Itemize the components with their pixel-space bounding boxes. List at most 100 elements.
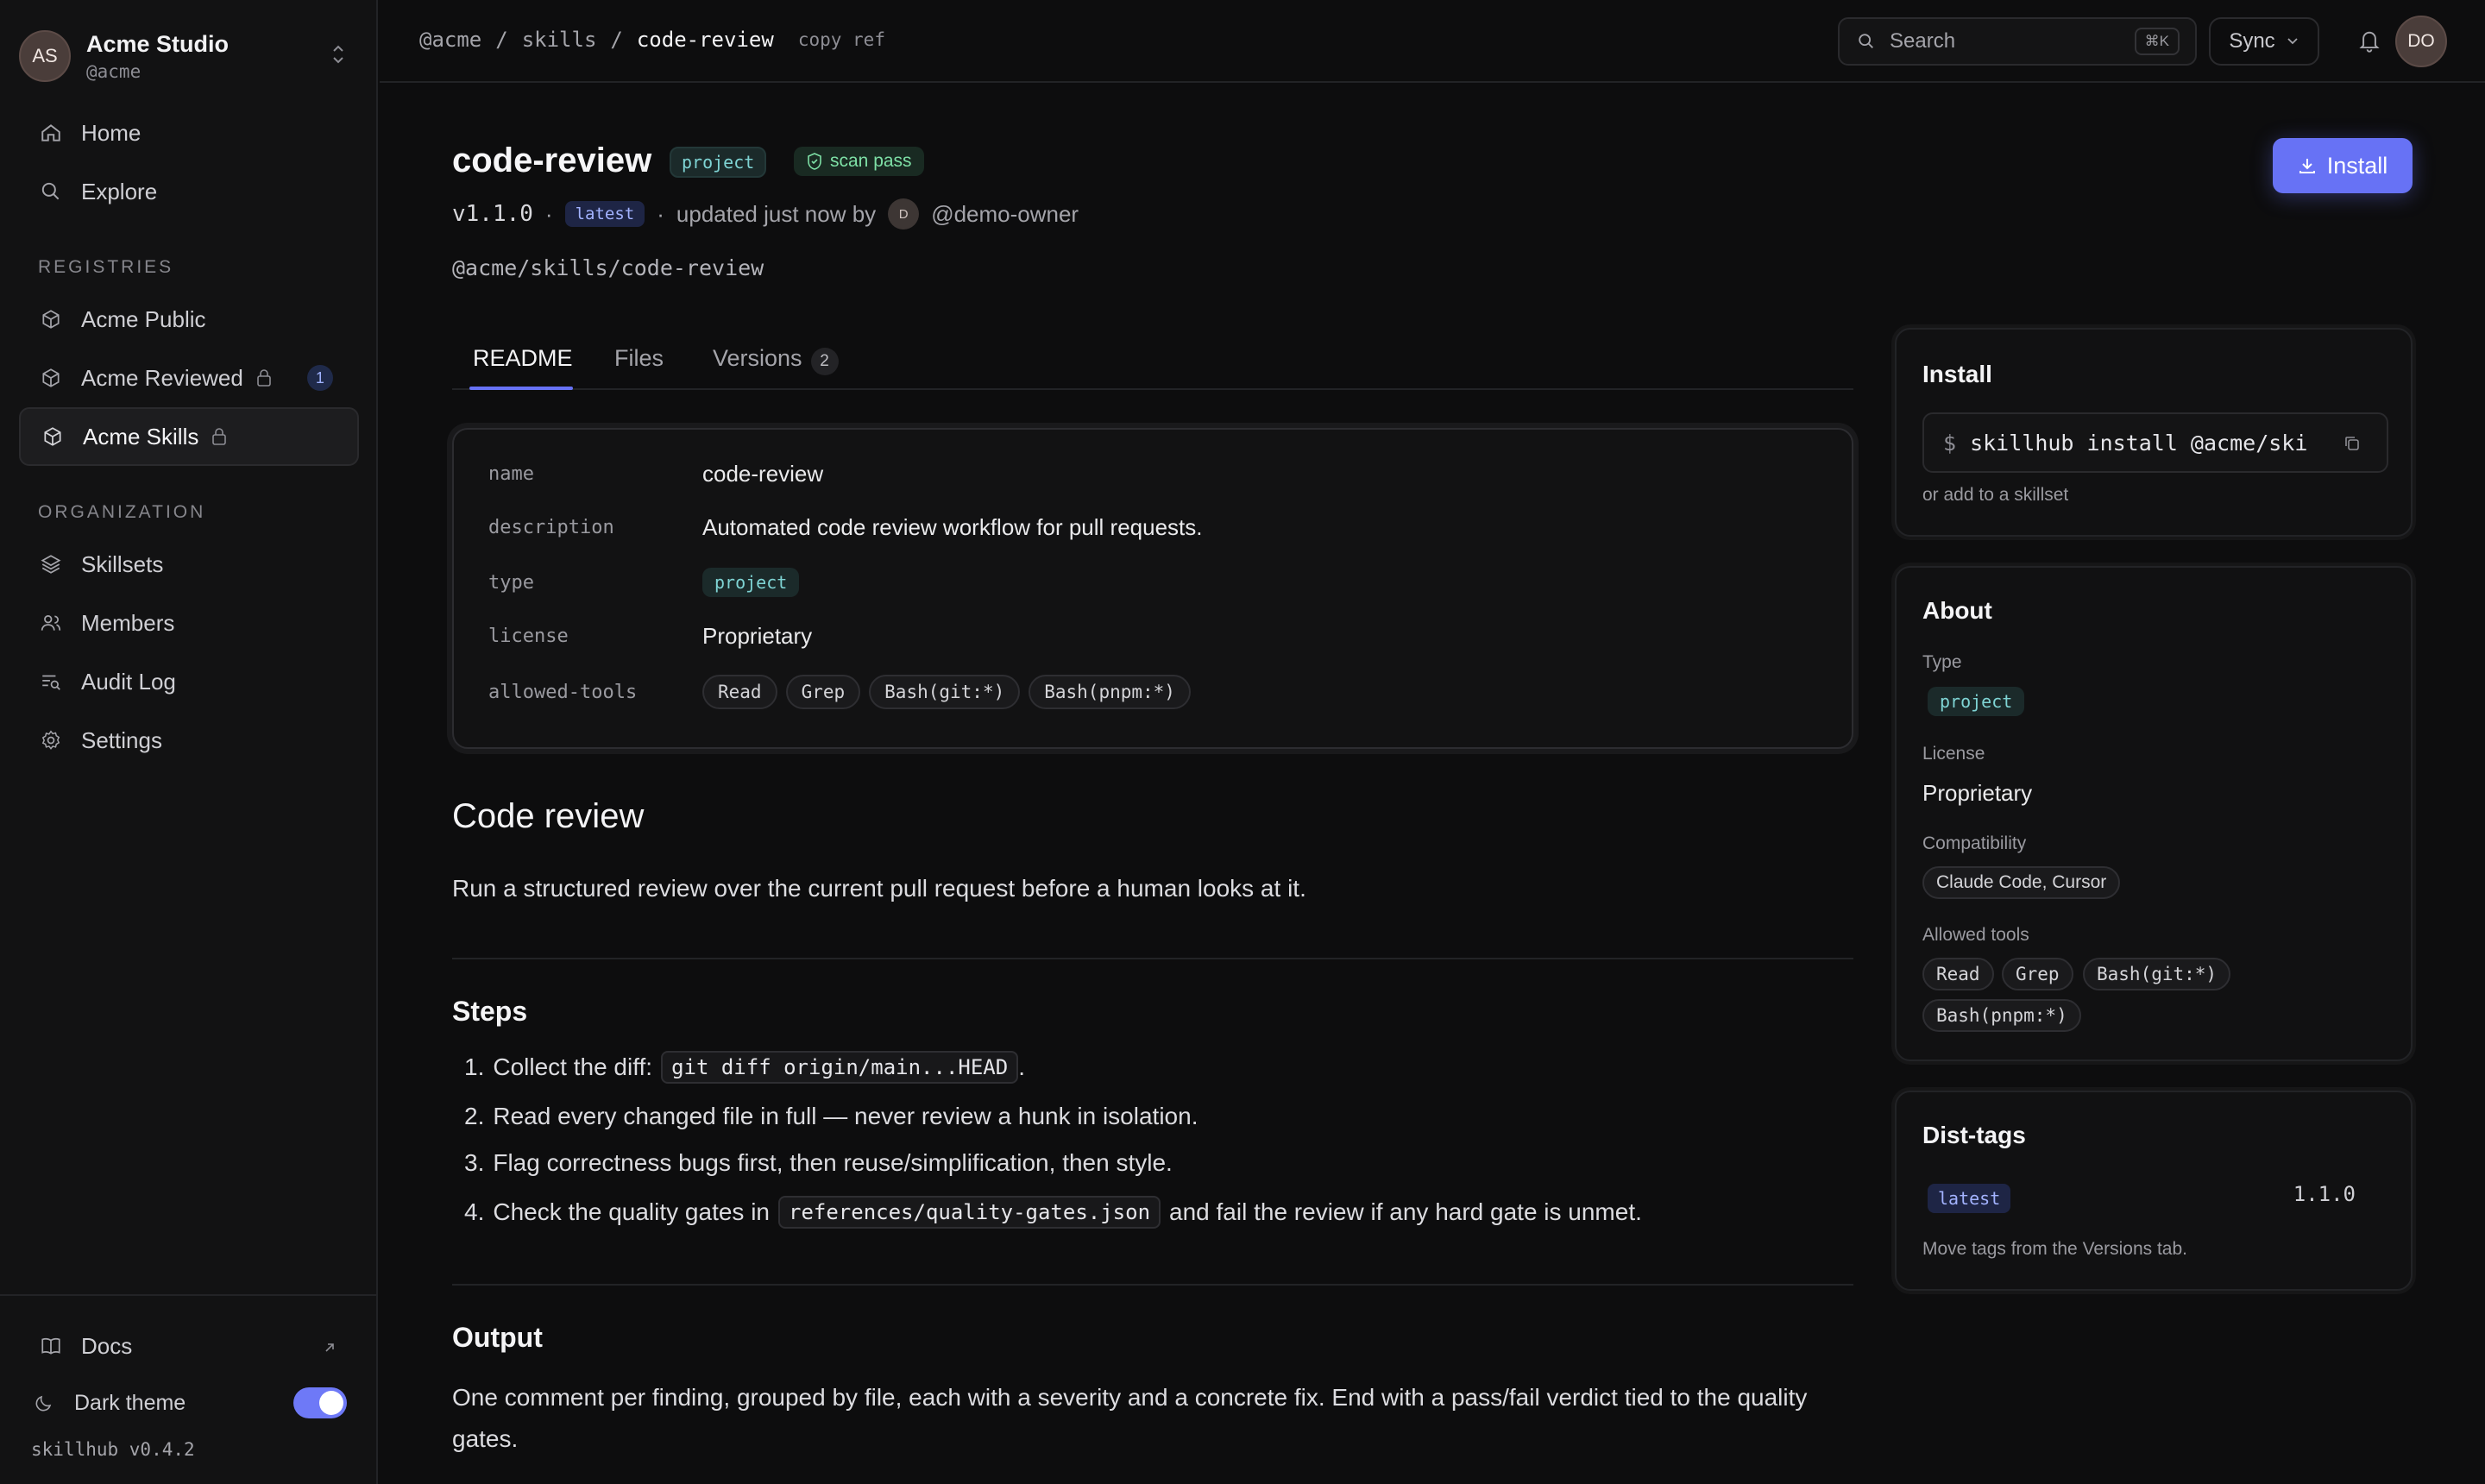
moon-icon	[31, 1390, 57, 1416]
about-type-badge: project	[1928, 687, 2025, 716]
sidebar-item-acme-public[interactable]: Acme Public	[19, 290, 359, 349]
fm-row-allowed-tools: allowed-tools Read Grep Bash(git:*) Bash…	[488, 675, 1199, 709]
sidebar-item-acme-skills[interactable]: Acme Skills	[19, 407, 359, 466]
tab-readme[interactable]: README	[473, 345, 573, 372]
fm-value: Proprietary	[702, 623, 813, 649]
about-compat-label: Compatibility	[1922, 833, 2027, 853]
dist-tags-hint: Move tags from the Versions tab.	[1922, 1239, 2187, 1259]
search-icon	[38, 179, 64, 204]
readme-heading: Code review	[452, 797, 645, 835]
about-tools-label: Allowed tools	[1922, 925, 2029, 945]
cube-icon	[38, 365, 64, 391]
step-number: 2.	[464, 1103, 485, 1129]
inline-code: references/quality-gates.json	[778, 1196, 1161, 1229]
package-ref: @acme/skills/code-review	[452, 255, 764, 280]
sidebar-item-label: Acme Reviewed	[81, 364, 243, 391]
dark-theme-toggle[interactable]	[293, 1387, 347, 1418]
output-heading: Output	[452, 1322, 543, 1353]
copy-icon[interactable]	[2342, 433, 2362, 459]
fm-row-license: license Proprietary	[488, 623, 812, 650]
step-number: 1.	[464, 1053, 485, 1080]
updated-text: updated just now by	[676, 200, 877, 227]
versions-count: 2	[810, 348, 839, 375]
org-name: Acme Studio	[86, 30, 230, 57]
sync-dropdown[interactable]: Sync	[2209, 17, 2319, 66]
sidebar-item-label: Acme Skills	[83, 423, 199, 450]
tool-chip: Bash(pnpm:*)	[1029, 675, 1191, 709]
inline-code: git diff origin/main...HEAD	[661, 1051, 1019, 1084]
step-item: 1. Collect the diff: git diff origin/mai…	[464, 1051, 1025, 1084]
latest-tag: latest	[564, 201, 645, 227]
sidebar-item-label: Members	[81, 609, 175, 636]
add-to-skillset-link[interactable]: or add to a skillset	[1922, 485, 2068, 506]
scan-status-badge: scan pass	[794, 147, 924, 176]
install-card: Install $ skillhub install @acme/ski or …	[1895, 328, 2413, 537]
page-title: code-review	[452, 141, 652, 179]
fm-row-name: name code-review	[488, 461, 823, 487]
list-search-icon	[38, 669, 64, 695]
tab-versions[interactable]: Versions 2	[713, 345, 839, 375]
org-avatar: AS	[19, 30, 71, 82]
org-switcher[interactable]: AS Acme Studio @acme	[19, 22, 357, 90]
fm-key: allowed-tools	[488, 681, 638, 703]
sidebar-item-settings[interactable]: Settings	[19, 711, 359, 770]
tool-chip: Bash(pnpm:*)	[1922, 999, 2081, 1032]
tab-versions-label: Versions	[713, 345, 802, 371]
divider	[452, 958, 1853, 959]
chevron-up-down-icon	[331, 43, 345, 71]
tool-chip: Read	[702, 675, 777, 709]
fm-row-description: description Automated code review workfl…	[488, 514, 1203, 541]
version: v1.1.0	[452, 201, 533, 227]
copy-ref-button[interactable]: copy ref	[798, 29, 885, 50]
user-avatar[interactable]: DO	[2395, 16, 2447, 67]
search-icon	[1857, 32, 1876, 51]
docs-link[interactable]: Docs	[19, 1317, 359, 1375]
download-icon	[2298, 156, 2317, 175]
breadcrumb-org[interactable]: @acme	[419, 28, 481, 52]
fm-key: license	[488, 626, 569, 647]
sidebar-item-label: Settings	[81, 726, 162, 753]
owner-link[interactable]: @demo-owner	[931, 201, 1079, 228]
breadcrumb-registry[interactable]: skills	[522, 28, 597, 52]
sidebar-item-label: Audit Log	[81, 668, 176, 695]
step-item: 3. Flag correctness bugs first, then reu…	[464, 1149, 1173, 1177]
install-command[interactable]: $ skillhub install @acme/ski	[1922, 412, 2388, 473]
version-meta: v1.1.0 · latest · updated just now by D …	[452, 198, 1079, 230]
about-license-value: Proprietary	[1922, 780, 2033, 806]
step-text-after: .	[1018, 1053, 1025, 1080]
fm-row-type: type project	[488, 568, 800, 597]
tab-bar: README Files Versions 2	[452, 328, 1853, 390]
sidebar-item-skillsets[interactable]: Skillsets	[19, 535, 359, 594]
search-input[interactable]: Search ⌘K	[1838, 17, 2197, 66]
scan-label: scan pass	[830, 151, 912, 171]
sidebar: AS Acme Studio @acme Home Explore REGIST…	[0, 0, 378, 1484]
layers-icon	[38, 551, 64, 577]
about-card: About Type project License Proprietary C…	[1895, 566, 2413, 1061]
tool-chip: Grep	[785, 675, 861, 709]
breadcrumb-sep: /	[495, 28, 508, 52]
active-tab-indicator	[469, 387, 573, 390]
separator: ·	[657, 200, 664, 227]
sidebar-item-label: Home	[81, 119, 142, 146]
book-icon	[38, 1333, 64, 1359]
breadcrumb: @acme / skills / code-review copy ref	[419, 28, 885, 52]
sidebar-item-audit-log[interactable]: Audit Log	[19, 652, 359, 711]
dist-tags-card: Dist-tags latest 1.1.0 Move tags from th…	[1895, 1091, 2413, 1291]
cube-icon	[40, 424, 66, 450]
sidebar-item-home[interactable]: Home	[19, 104, 359, 162]
sidebar-item-acme-reviewed[interactable]: Acme Reviewed 1	[19, 349, 359, 407]
cube-icon	[38, 306, 64, 332]
bell-icon[interactable]	[2357, 28, 2381, 58]
steps-heading: Steps	[452, 996, 528, 1027]
sync-label: Sync	[2229, 29, 2275, 53]
about-type-label: Type	[1922, 652, 1962, 672]
fm-key: name	[488, 463, 534, 485]
sidebar-item-members[interactable]: Members	[19, 594, 359, 652]
lock-icon	[211, 427, 228, 446]
tab-files[interactable]: Files	[614, 345, 664, 372]
dist-tags-title: Dist-tags	[1922, 1122, 2026, 1148]
search-placeholder: Search	[1890, 29, 1956, 53]
sidebar-item-explore[interactable]: Explore	[19, 162, 359, 221]
install-button[interactable]: Install	[2273, 138, 2413, 193]
lock-icon	[255, 368, 273, 387]
